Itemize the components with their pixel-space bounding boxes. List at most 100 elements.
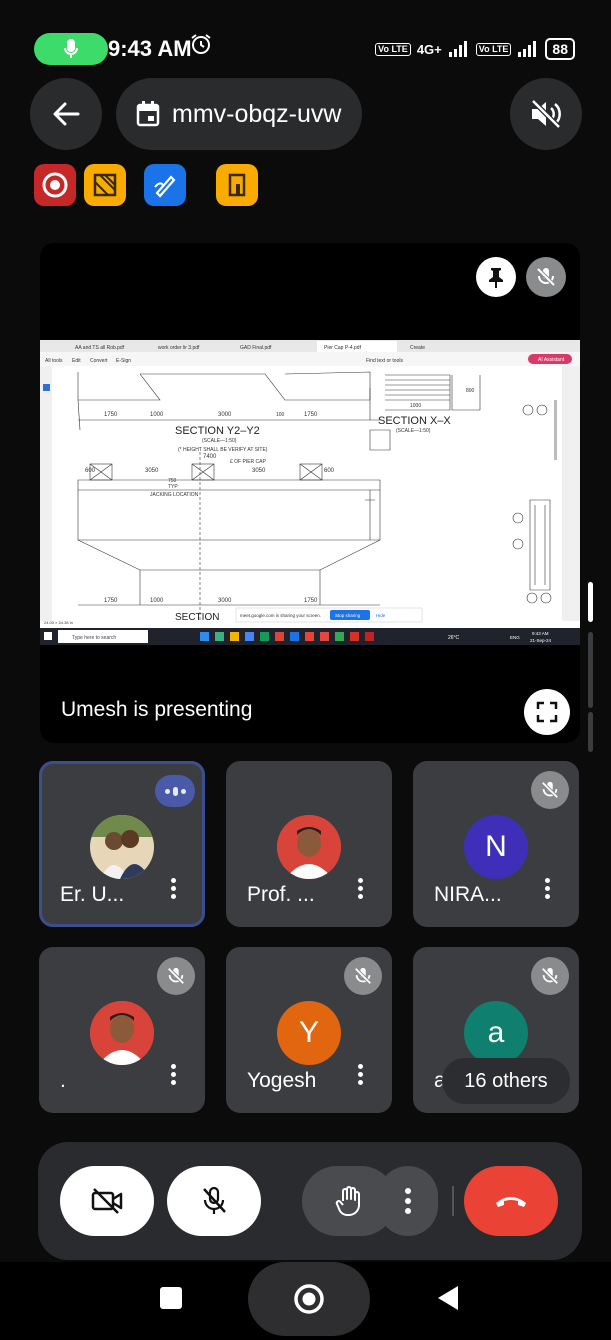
shared-screen[interactable]: AA and TS all Rob.pdf work order lir 3.p… xyxy=(40,340,580,645)
meeting-info-button[interactable]: mmv-obqz-uvw xyxy=(116,78,362,150)
pin-button[interactable] xyxy=(476,257,516,297)
participant-more-button[interactable] xyxy=(352,875,368,911)
back-triangle-icon[interactable] xyxy=(436,1285,460,1311)
participant-tile[interactable]: N NIRA... xyxy=(413,761,579,927)
participant-more-button[interactable] xyxy=(539,875,555,911)
screen-menu: Edit xyxy=(72,358,81,364)
scroll-track xyxy=(588,712,593,752)
taskbar-time: 9:43 AM xyxy=(532,631,549,636)
taskbar-search: Type here to search xyxy=(72,635,116,641)
drawing-section2-scale: (SCALE—1:50) xyxy=(396,428,431,434)
dim-label: 7400 xyxy=(203,454,217,460)
calendar-icon xyxy=(136,101,160,127)
camera-off-icon xyxy=(91,1188,123,1214)
speaking-indicator xyxy=(155,775,195,807)
dim-label: 600 xyxy=(324,468,335,474)
drawing-section1-note: (* HEIGHT SHALL BE VERIFY AT SITE) xyxy=(178,447,268,453)
mic-off-icon xyxy=(541,781,559,799)
dim-label: 800 xyxy=(466,388,475,394)
floorplan-icon xyxy=(93,173,117,197)
participant-more-button[interactable] xyxy=(352,1061,368,1097)
dim-label: 1750 xyxy=(304,412,318,418)
scroll-thumb[interactable] xyxy=(588,582,593,622)
drawing-section-y2 xyxy=(77,371,552,620)
screen-find: Find text or tools xyxy=(366,358,403,364)
dim-label: 1750 xyxy=(104,412,118,418)
camera-toggle-button[interactable] xyxy=(60,1166,154,1236)
fullscreen-button[interactable] xyxy=(524,689,570,735)
drawing-section1-scale: (SCALE—1:50) xyxy=(202,438,237,444)
volte-tag-2: Vo LTE xyxy=(475,42,512,56)
avatar xyxy=(277,815,341,879)
more-vert-icon xyxy=(405,1188,411,1214)
blueprint-app-icon[interactable] xyxy=(84,164,126,206)
screen-menu: E-Sign xyxy=(116,358,131,364)
screen-tab: GAD Final.pdf xyxy=(240,345,272,351)
avatar xyxy=(90,1001,154,1065)
recents-button[interactable] xyxy=(160,1287,182,1309)
record-icon xyxy=(42,172,68,198)
signal-icon xyxy=(448,41,467,57)
participant-name: Prof. ... xyxy=(247,883,315,906)
participant-more-button[interactable] xyxy=(165,1061,181,1097)
pen-icon xyxy=(154,175,176,198)
dim-label: TYP xyxy=(168,484,178,490)
taskbar-date: 21-Sep-24 xyxy=(530,638,552,643)
dim-label: 3050 xyxy=(145,468,159,474)
avatar-initial: a xyxy=(487,1016,505,1049)
drawing-section1-title: SECTION Y2–Y2 xyxy=(175,425,260,437)
shared-screen-content: AA and TS all Rob.pdf work order lir 3.p… xyxy=(40,340,580,645)
participant-tile[interactable]: Y Yogesh xyxy=(226,947,392,1113)
participant-name: NIRA... xyxy=(434,883,502,906)
speaker-toggle-button[interactable] xyxy=(510,78,582,150)
presentation-card[interactable]: AA and TS all Rob.pdf work order lir 3.p… xyxy=(40,243,580,743)
arrow-left-icon xyxy=(53,102,80,126)
avatar-initial: N xyxy=(485,830,507,863)
avatar-photo xyxy=(277,815,341,879)
screen-tab: Create xyxy=(410,345,425,351)
dim-label: 3000 xyxy=(218,412,232,418)
end-call-button[interactable] xyxy=(464,1166,558,1236)
screen-menu: Convert xyxy=(90,358,108,364)
home-button[interactable] xyxy=(248,1262,370,1336)
drawing-jacking-label: JACKING LOCATION xyxy=(150,492,199,498)
mic-off-icon xyxy=(541,967,559,985)
dim-label: 3000 xyxy=(218,598,232,604)
building-app-icon[interactable] xyxy=(216,164,258,206)
volte-tag: Vo LTE xyxy=(375,42,411,56)
network-type: 4G+ xyxy=(416,41,442,57)
screen-page-size: 24.00 × 24.36 in xyxy=(44,620,73,625)
more-options-button[interactable] xyxy=(378,1166,438,1236)
participant-tile[interactable]: . xyxy=(39,947,205,1113)
avatar xyxy=(90,815,154,879)
controls-divider xyxy=(452,1186,454,1216)
taskbar-weather: 26°C xyxy=(448,635,460,641)
participant-muted-indicator xyxy=(531,771,569,809)
fullscreen-icon xyxy=(536,701,558,723)
back-button[interactable] xyxy=(30,78,102,150)
dim-label: 1000 xyxy=(150,412,164,418)
annotate-app-icon[interactable] xyxy=(144,164,186,206)
meeting-code: mmv-obqz-uvw xyxy=(172,99,342,128)
screen-hide: Hide xyxy=(376,613,386,618)
drawing-section2-title: SECTION X–X xyxy=(378,415,451,427)
building-icon xyxy=(228,173,246,197)
participant-more-button[interactable] xyxy=(165,875,181,911)
call-end-icon xyxy=(496,1197,526,1207)
mic-icon xyxy=(64,39,78,58)
participant-tile[interactable]: Er. U... xyxy=(39,761,205,927)
dim-label: 1750 xyxy=(304,598,318,604)
alarm-icon xyxy=(191,34,211,54)
drawing-pier-label: £ OF PIER CAP xyxy=(230,459,267,465)
others-button[interactable]: 16 others xyxy=(442,1058,570,1104)
presenter-label: Umesh is presenting xyxy=(61,698,253,721)
screen-recorder-app-icon[interactable] xyxy=(34,164,76,206)
mic-toggle-button[interactable] xyxy=(167,1166,261,1236)
participant-tile[interactable]: Prof. ... xyxy=(226,761,392,927)
screen-ai-button: AI Assistant xyxy=(538,357,565,363)
dim-label: 100 xyxy=(276,412,285,418)
raise-hand-icon xyxy=(335,1186,360,1216)
battery-level: 88 xyxy=(545,38,575,60)
screen-tab: AA and TS all Rob.pdf xyxy=(75,345,125,351)
active-mic-indicator[interactable] xyxy=(34,33,108,65)
